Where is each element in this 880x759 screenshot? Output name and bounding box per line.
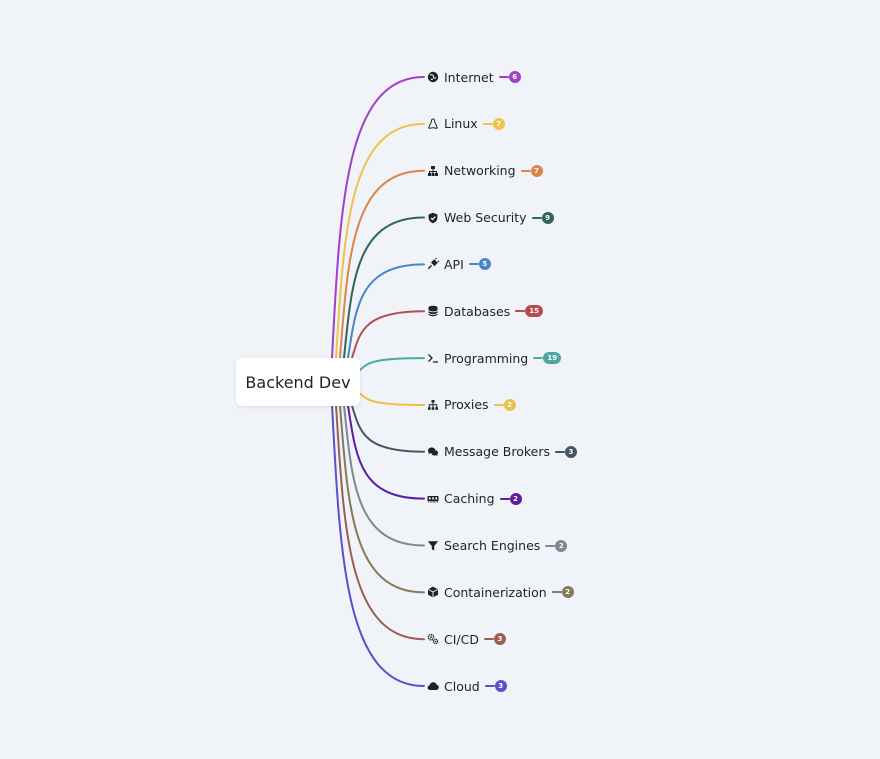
count-badge[interactable]: 3	[564, 445, 577, 458]
branch-node-proxies[interactable]: Proxies 2	[427, 395, 516, 415]
branch-node-caching[interactable]: Caching 2	[427, 489, 522, 509]
branch-label: Networking	[444, 163, 516, 179]
link-search-engines	[343, 405, 425, 547]
badge-connector	[498, 76, 509, 78]
branch-label: CI/CD	[444, 631, 479, 647]
branch-label: Databases	[444, 303, 511, 319]
chat-icon	[427, 446, 439, 458]
branch-node-ci-cd[interactable]: CI/CD 3	[427, 629, 506, 649]
shield-icon	[427, 212, 439, 224]
sitemap-icon	[427, 399, 439, 411]
badge-connector	[468, 263, 479, 266]
link-web-security	[342, 216, 425, 359]
badge-connector	[482, 122, 493, 125]
count-badge[interactable]: 2	[509, 492, 522, 505]
link-programming	[359, 357, 425, 372]
count-badge[interactable]: 2	[555, 539, 568, 552]
badge-connector	[484, 685, 495, 688]
badge-connector	[554, 450, 565, 453]
branch-node-databases[interactable]: Databases 15	[427, 301, 544, 321]
network-icon	[427, 165, 439, 177]
globe-icon	[427, 71, 439, 83]
branch-node-networking[interactable]: Networking 7	[427, 161, 543, 181]
linux-icon	[427, 118, 439, 130]
branch-label: Cloud	[444, 678, 480, 694]
branch-node-containerization[interactable]: Containerization 2	[427, 582, 574, 602]
plug-icon	[427, 258, 439, 270]
branch-label: Containerization	[444, 584, 547, 600]
branch-node-message-brokers[interactable]: Message Brokers 3	[427, 442, 577, 462]
count-badge[interactable]: 3	[493, 633, 506, 646]
link-internet	[331, 76, 425, 359]
branch-label: Web Security	[444, 210, 527, 226]
link-databases	[350, 310, 425, 359]
root-node[interactable]: Backend Dev	[236, 358, 360, 406]
branch-label: Internet	[444, 69, 494, 85]
badge-connector	[551, 591, 562, 594]
root-label: Backend Dev	[245, 372, 351, 392]
branch-node-internet[interactable]: Internet 6	[427, 67, 521, 87]
database-icon	[427, 305, 439, 317]
count-badge[interactable]: 9	[541, 211, 554, 224]
branch-node-linux[interactable]: Linux 7	[427, 114, 505, 134]
cloud-icon	[427, 680, 439, 692]
link-ci-cd	[335, 405, 425, 641]
count-badge[interactable]: 19	[543, 352, 562, 365]
count-badge[interactable]: 15	[525, 305, 544, 318]
count-badge[interactable]: 2	[503, 398, 516, 411]
badge-connector	[545, 544, 556, 547]
count-badge[interactable]: 7	[492, 117, 505, 130]
branch-node-cloud[interactable]: Cloud 3	[427, 676, 507, 696]
badge-connector	[499, 497, 510, 500]
count-badge[interactable]: 7	[530, 164, 543, 177]
count-badge[interactable]: 6	[508, 71, 521, 83]
badge-connector	[533, 357, 544, 360]
gears-icon	[427, 633, 439, 645]
link-proxies	[359, 392, 425, 406]
link-linux	[334, 122, 425, 359]
count-badge[interactable]: 2	[561, 586, 574, 599]
branch-label: Programming	[444, 350, 529, 366]
branch-label: Proxies	[444, 397, 489, 413]
branch-label: Linux	[444, 116, 478, 132]
branch-label: Caching	[444, 491, 495, 507]
cube-icon	[427, 586, 439, 598]
terminal-icon	[427, 352, 439, 364]
branch-node-search-engines[interactable]: Search Engines 2	[427, 536, 568, 556]
filter-icon	[427, 540, 439, 552]
badge-connector	[515, 310, 526, 313]
count-badge[interactable]: 5	[478, 258, 491, 271]
branch-node-programming[interactable]: Programming 19	[427, 348, 562, 368]
count-badge[interactable]: 3	[494, 680, 507, 693]
badge-connector	[483, 638, 494, 641]
branch-label: Message Brokers	[444, 444, 550, 460]
mind-map-canvas: Backend Dev Internet 6 Linux 7 Networking 7 We…	[0, 0, 880, 759]
branch-node-web-security[interactable]: Web Security 9	[427, 208, 554, 228]
branch-label: API	[444, 256, 464, 272]
memory-icon	[427, 493, 439, 505]
link-message-brokers	[351, 405, 425, 453]
badge-connector	[493, 403, 504, 406]
link-cloud	[331, 405, 425, 688]
badge-connector	[520, 169, 531, 172]
badge-connector	[531, 216, 542, 219]
branch-label: Search Engines	[444, 538, 541, 553]
branch-node-api[interactable]: API 5	[427, 254, 491, 274]
